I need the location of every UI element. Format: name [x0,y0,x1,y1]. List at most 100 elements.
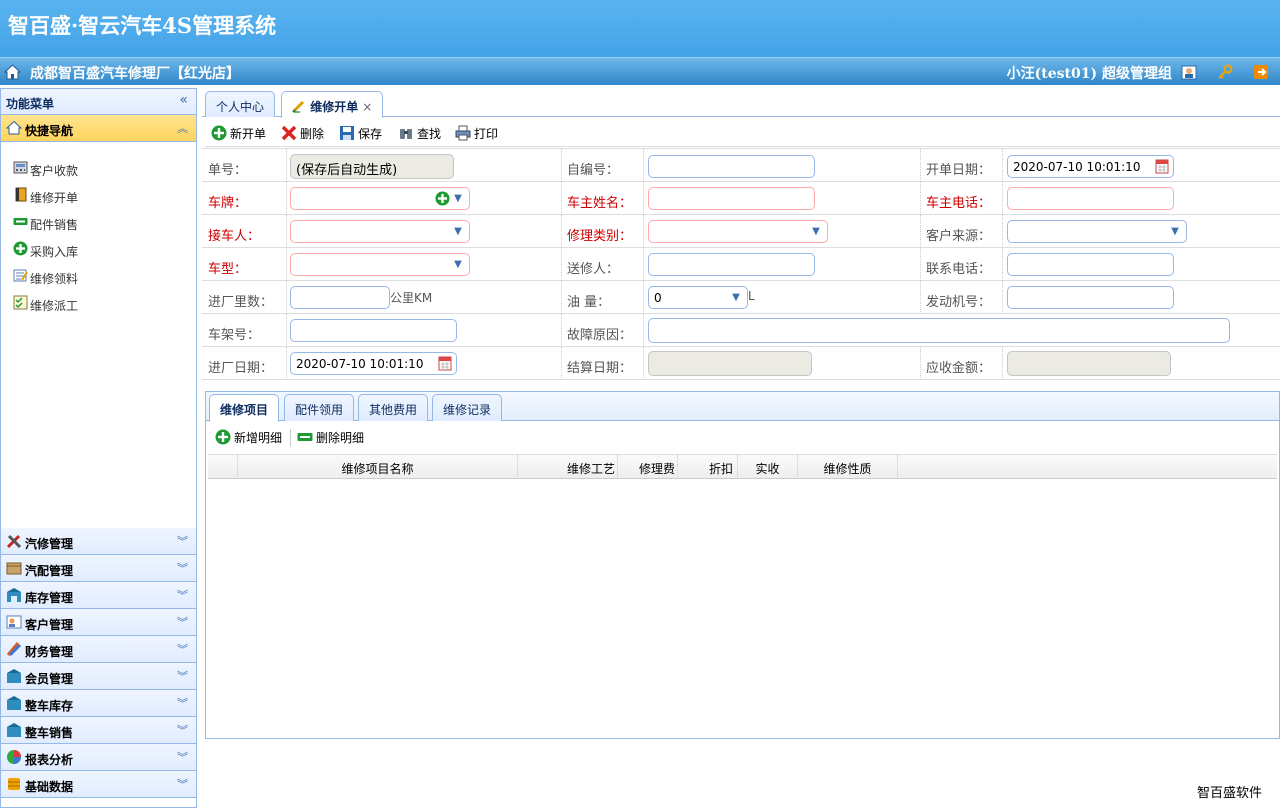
logout-icon[interactable] [1253,64,1269,80]
divider [920,347,921,380]
column-header[interactable]: 折扣 [678,455,738,479]
engine-no-input[interactable] [1007,286,1174,309]
customer-source-select[interactable]: ▼ [1007,220,1187,243]
column-header[interactable]: 修理费 [618,455,678,479]
receiver-select[interactable]: ▼ [290,220,470,243]
nav-item-repair-dispatch[interactable]: 维修派工 [1,291,196,318]
chevron-down-icon[interactable]: ▼ [450,223,466,240]
accordion-customer-management[interactable]: 客户管理 ︾ [1,609,196,636]
home-icon[interactable] [4,64,21,80]
tab-repair-items[interactable]: 维修项目 [209,394,280,422]
model-select[interactable]: ▼ [290,253,470,276]
company-name: 成都智百盛汽车修理厂【红光店】 [30,66,240,82]
print-button[interactable]: 打印 [455,125,498,143]
accordion-basic-data[interactable]: 基础数据 ︾ [1,771,196,798]
accordion-label: 报表分析 [25,753,74,767]
chevron-down-icon[interactable]: ▼ [808,223,824,240]
accordion-repair-management[interactable]: 汽修管理 ︾ [1,528,196,555]
button-label: 新增明细 [234,431,283,445]
accordion-parts-management[interactable]: 汽配管理 ︾ [1,555,196,582]
repair-type-select[interactable]: ▼ [648,220,828,243]
save-icon [340,126,354,140]
column-header[interactable]: 维修项目名称 [238,455,518,479]
app-title: 智百盛·智云汽车4S管理系统 [8,13,277,38]
chevron-down-icon[interactable]: ▼ [1167,223,1183,240]
delete-button[interactable]: 删除 [281,125,324,143]
sender-label: 送修人： [567,262,620,277]
remove-detail-button[interactable]: 删除明细 [297,429,364,447]
self-no-input[interactable] [648,155,815,178]
accordion-vehicle-stock[interactable]: 整车库存 ︾ [1,690,196,717]
tab-other-fees[interactable]: 其他费用 [358,394,429,421]
add-detail-button[interactable]: 新增明细 [215,429,282,447]
nav-item-repair-order[interactable]: 维修开单 [1,183,196,210]
chevron-down-icon[interactable]: ▼ [728,289,744,306]
accordion-vehicle-sales[interactable]: 整车销售 ︾ [1,717,196,744]
cash-register-icon [13,161,28,174]
add-icon[interactable] [435,191,450,206]
chevron-down-icon[interactable]: ▼ [450,190,466,207]
mileage-input[interactable] [290,286,390,309]
binoculars-icon [400,129,412,139]
close-icon[interactable]: × [362,100,372,114]
user-profile-icon[interactable] [1181,64,1197,80]
divider [286,281,287,314]
divider [920,215,921,248]
nav-item-label: 配件销售 [30,218,79,232]
pie-chart-icon [7,750,21,764]
minus-icon [297,433,313,441]
open-date-input[interactable]: 2020-07-10 10:01:10 [1007,155,1174,178]
accordion-inventory-management[interactable]: 库存管理 ︾ [1,582,196,609]
tab-repair-order[interactable]: 维修开单 × [281,91,384,118]
open-date-value: 2020-07-10 10:01:10 [1013,160,1141,174]
accordion-member-management[interactable]: 会员管理 ︾ [1,663,196,690]
owner-name-label: 车主姓名： [567,196,633,211]
in-date-input[interactable]: 2020-07-10 10:01:10 [290,352,457,375]
key-icon[interactable] [1217,64,1233,80]
divider [561,182,562,215]
calendar-icon[interactable] [1155,158,1169,174]
accordion-label: 财务管理 [25,645,74,659]
tab-repair-records[interactable]: 维修记录 [432,394,503,421]
accordion-report-analysis[interactable]: 报表分析 ︾ [1,744,196,771]
chevron-down-icon: ︾ [177,670,188,683]
collapse-icon[interactable]: « [179,92,188,108]
user-info: 小汪(test01) 超级管理组 [1006,66,1172,82]
column-header[interactable]: 实收 [738,455,798,479]
nav-item-parts-sales[interactable]: 配件销售 [1,210,196,237]
database-icon [8,778,20,790]
nav-item-purchase-stock-in[interactable]: 采购入库 [1,237,196,264]
nav-item-customer-payment[interactable]: 客户收款 [1,156,196,183]
tab-personal-center[interactable]: 个人中心 [205,91,276,117]
new-order-button[interactable]: 新开单 [211,125,266,143]
fuel-select[interactable]: 0 ▼ [648,286,748,309]
divider [561,149,562,182]
chevron-down-icon[interactable]: ▼ [450,256,466,273]
accordion-label: 快捷导航 [25,124,74,138]
chevron-down-icon: ︾ [177,724,188,737]
car-stock-icon [7,696,21,710]
sender-input[interactable] [648,253,815,276]
vin-input[interactable] [290,319,457,342]
divider [643,314,644,347]
divider [643,248,644,281]
order-no-value: (保存后自动生成) [296,163,398,178]
accordion-quick-nav[interactable]: 快捷导航 ︽ [1,115,196,142]
nav-item-repair-material[interactable]: 维修领料 [1,264,196,291]
accordion-finance-management[interactable]: 财务管理 ︾ [1,636,196,663]
sidebar: 功能菜单 « 快捷导航 ︽ 客户收款 维修开单 配件销售 采购入库 维修领料 维… [0,88,197,808]
owner-name-input[interactable] [648,187,815,210]
search-button[interactable]: 查找 [398,125,441,143]
fault-reason-input[interactable] [648,318,1230,343]
divider [561,215,562,248]
column-header[interactable]: 维修性质 [798,455,898,479]
save-button[interactable]: 保存 [339,125,382,143]
contact-phone-input[interactable] [1007,253,1174,276]
owner-phone-input[interactable] [1007,187,1174,210]
calendar-icon[interactable] [438,355,452,371]
tab-label: 维修开单 [310,100,359,114]
plate-select[interactable]: ▼ [290,187,470,210]
column-header[interactable]: 维修工艺 [518,455,618,479]
tab-parts-usage[interactable]: 配件领用 [284,394,355,421]
divider [286,215,287,248]
